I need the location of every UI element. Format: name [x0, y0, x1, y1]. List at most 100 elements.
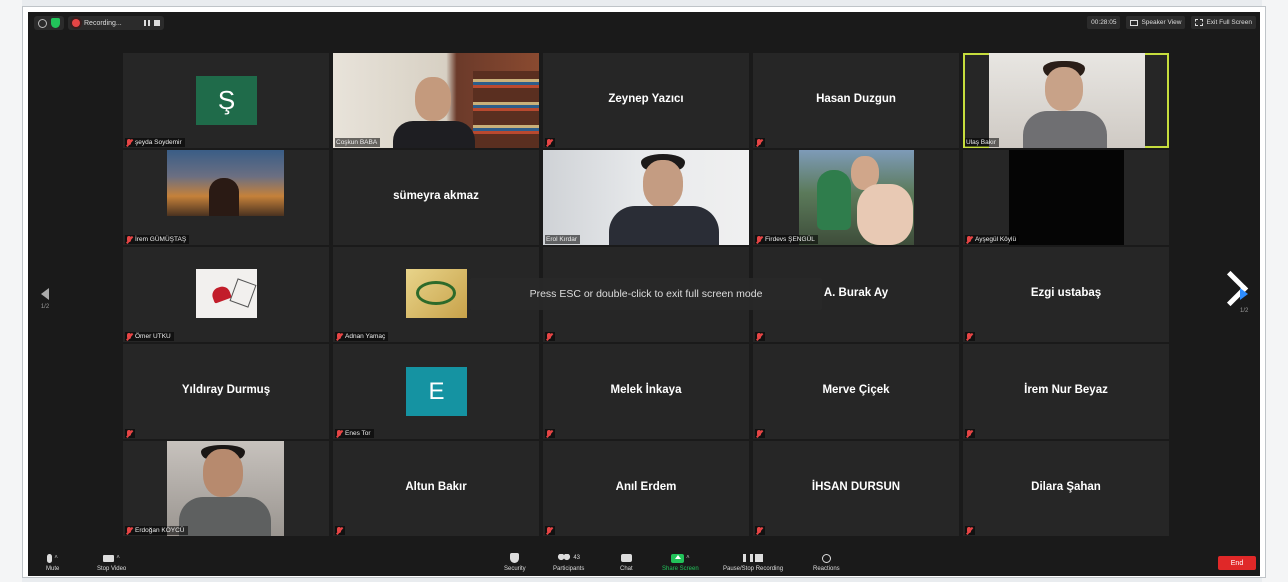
- participant-tile-active-speaker[interactable]: Ulaş Bakır: [963, 53, 1169, 148]
- meeting-status: Recording...: [34, 16, 164, 30]
- stop-video-button[interactable]: ˄ Stop Video: [97, 552, 126, 572]
- participant-label: Coşkun BABA: [335, 138, 381, 147]
- zoom-meeting-window: Recording... 00:28:05 Speaker View Exit …: [28, 12, 1260, 576]
- chat-label: Chat: [620, 566, 633, 572]
- participant-avatar: Ş: [196, 76, 257, 125]
- mic-muted-icon: [546, 139, 552, 146]
- participant-name: Zeynep Yazıcı: [608, 93, 684, 105]
- share-screen-button[interactable]: ˄ Share Screen: [662, 552, 699, 572]
- participant-label: Erol Kırdar: [545, 235, 581, 244]
- mic-muted-icon: [966, 333, 972, 340]
- microphone-icon: [47, 553, 53, 563]
- arrow-left-icon: [41, 288, 49, 300]
- mic-muted-icon: [126, 236, 132, 243]
- participant-label: [545, 138, 555, 147]
- participant-photo: [406, 269, 467, 318]
- mic-muted-icon: [126, 333, 132, 340]
- speaker-view-label: Speaker View: [1141, 19, 1182, 26]
- mute-button[interactable]: ˄ Mute: [46, 552, 59, 572]
- mic-muted-icon: [966, 236, 972, 243]
- participant-tile[interactable]: Zeynep Yazıcı: [543, 53, 749, 148]
- speaker-view-icon: [1130, 19, 1139, 26]
- chevron-up-icon[interactable]: ˄: [686, 555, 690, 561]
- mic-muted-icon: [336, 430, 342, 437]
- participant-tile[interactable]: Erdoğan KÖYCÜ: [123, 441, 329, 536]
- page-indicator-left: 1/2: [40, 304, 50, 310]
- participant-tile[interactable]: Yıldıray Durmuş: [123, 344, 329, 439]
- participant-tile[interactable]: Dilara Şahan: [963, 441, 1169, 536]
- mic-muted-icon: [126, 139, 132, 146]
- participant-tile[interactable]: sümeyra akmaz: [333, 150, 539, 245]
- reactions-label: Reactions: [813, 566, 840, 572]
- mic-muted-icon: [756, 236, 762, 243]
- mic-muted-icon: [756, 139, 762, 146]
- participants-button[interactable]: 43 Participants: [553, 552, 584, 572]
- participant-label: İrem GÜMÜŞTAŞ: [125, 235, 190, 244]
- mic-muted-icon: [546, 527, 552, 534]
- participant-tile[interactable]: Anıl Erdem: [543, 441, 749, 536]
- meeting-toolbar: ˄ Mute ˄ Stop Video Security 43 Particip…: [28, 550, 1260, 576]
- chevron-up-icon[interactable]: ˄: [116, 555, 120, 561]
- participant-label: Ayşegül Köylü: [965, 235, 1020, 244]
- participant-tile[interactable]: Coşkun BABA: [333, 53, 539, 148]
- recording-control-label: Pause/Stop Recording: [723, 566, 784, 572]
- participant-tile[interactable]: Firdevs ŞENGÜL: [753, 150, 959, 245]
- security-button[interactable]: Security: [504, 552, 526, 572]
- participant-video: [543, 150, 749, 245]
- previous-page-button[interactable]: 1/2: [38, 288, 52, 310]
- meeting-info-button[interactable]: [34, 16, 64, 30]
- chat-button[interactable]: Chat: [620, 552, 633, 572]
- participants-label: Participants: [553, 566, 585, 572]
- participant-tile[interactable]: Ayşegül Köylü: [963, 150, 1169, 245]
- participant-tile[interactable]: Ömer UTKU: [123, 247, 329, 342]
- participant-label: [965, 526, 975, 535]
- participant-tile[interactable]: Hasan Duzgun: [753, 53, 959, 148]
- participant-label: [755, 332, 765, 341]
- participant-tile[interactable]: Melek İnkaya: [543, 344, 749, 439]
- exit-fullscreen-icon: [1195, 19, 1204, 26]
- participants-icon: [557, 554, 572, 562]
- participant-tile[interactable]: Ş şeyda Soydemir: [123, 53, 329, 148]
- participant-tile[interactable]: Ezgi ustabaş: [963, 247, 1169, 342]
- stop-video-label: Stop Video: [97, 566, 127, 572]
- participant-tile[interactable]: Altun Bakır: [333, 441, 539, 536]
- participant-name: Hasan Duzgun: [816, 93, 896, 105]
- participant-label: şeyda Soydemir: [125, 138, 185, 147]
- participant-tile[interactable]: Merve Çiçek: [753, 344, 959, 439]
- end-meeting-button[interactable]: End: [1218, 556, 1256, 570]
- chat-icon: [620, 554, 632, 562]
- participant-video: [1009, 150, 1124, 245]
- recording-dot-icon: [72, 19, 80, 27]
- participant-tile[interactable]: İrem Nur Beyaz: [963, 344, 1169, 439]
- next-page-button[interactable]: 1/2: [1212, 268, 1254, 328]
- pause-recording-icon[interactable]: [143, 20, 150, 26]
- participant-label: Ömer UTKU: [125, 332, 174, 341]
- chevron-up-icon[interactable]: ˄: [54, 555, 58, 561]
- pause-stop-recording-button[interactable]: Pause/Stop Recording: [723, 552, 783, 572]
- participant-label: [335, 526, 345, 535]
- participant-label: [965, 429, 975, 438]
- recording-label: Recording...: [84, 19, 122, 27]
- participant-label: Adnan Yamaç: [335, 332, 389, 341]
- participant-tile[interactable]: İHSAN DURSUN: [753, 441, 959, 536]
- security-shield-icon: [510, 553, 520, 563]
- mic-muted-icon: [756, 527, 762, 534]
- participant-label: [125, 429, 135, 438]
- participant-name: Ezgi ustabaş: [1030, 287, 1102, 299]
- stop-recording-icon[interactable]: [153, 20, 160, 26]
- reactions-button[interactable]: Reactions: [813, 552, 840, 572]
- speaker-view-button[interactable]: Speaker View: [1126, 16, 1186, 29]
- mic-muted-icon: [336, 333, 342, 340]
- camera-icon: [103, 554, 115, 562]
- mic-muted-icon: [756, 333, 762, 340]
- participant-tile[interactable]: E Enes Tor: [333, 344, 539, 439]
- exit-fullscreen-button[interactable]: Exit Full Screen: [1191, 16, 1256, 29]
- participant-video: [989, 53, 1145, 148]
- participant-name: Yıldıray Durmuş: [181, 384, 271, 396]
- participant-tile[interactable]: İrem GÜMÜŞTAŞ: [123, 150, 329, 245]
- mic-muted-icon: [546, 333, 552, 340]
- view-controls: 00:28:05 Speaker View Exit Full Screen: [1087, 16, 1256, 29]
- participant-label: [965, 332, 975, 341]
- mic-muted-icon: [126, 527, 132, 534]
- participant-tile[interactable]: Erol Kırdar: [543, 150, 749, 245]
